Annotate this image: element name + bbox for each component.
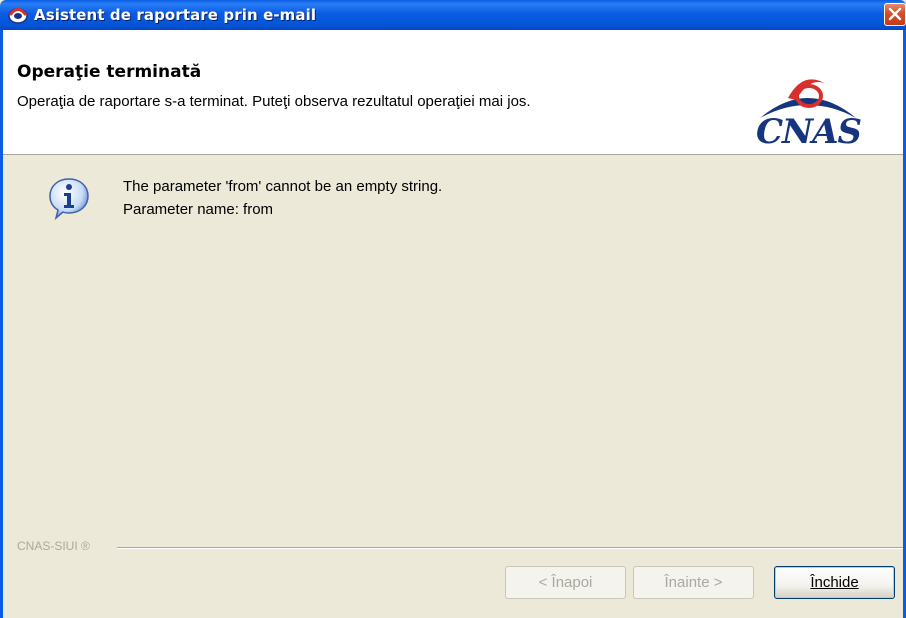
close-dialog-button[interactable]: Închide [774, 566, 895, 599]
page-title: Operaţie terminată [17, 62, 202, 82]
window-title: Asistent de raportare prin e-mail [34, 6, 317, 24]
close-button[interactable] [884, 3, 906, 26]
message-line-2: Parameter name: from [123, 201, 274, 218]
cnas-logo: CNAS [748, 70, 888, 162]
message-line-1: The parameter 'from' cannot be an empty … [123, 178, 443, 195]
title-bar[interactable]: Asistent de raportare prin e-mail [0, 0, 906, 30]
next-button[interactable]: Înainte > [633, 566, 754, 599]
info-icon [47, 176, 91, 221]
logo-text: CNAS [756, 112, 862, 152]
back-button[interactable]: < Înapoi [505, 566, 626, 599]
wizard-header: Operaţie terminată Operaţia de raportare… [3, 30, 903, 155]
footer-divider [117, 547, 903, 549]
page-subtitle: Operaţia de raportare s-a terminat. Pute… [17, 93, 531, 110]
close-dialog-label: Închide [810, 574, 859, 591]
cnas-app-icon[interactable] [8, 6, 28, 24]
close-icon [888, 7, 902, 21]
footer-group-label: CNAS-SIUI ® [17, 539, 94, 553]
